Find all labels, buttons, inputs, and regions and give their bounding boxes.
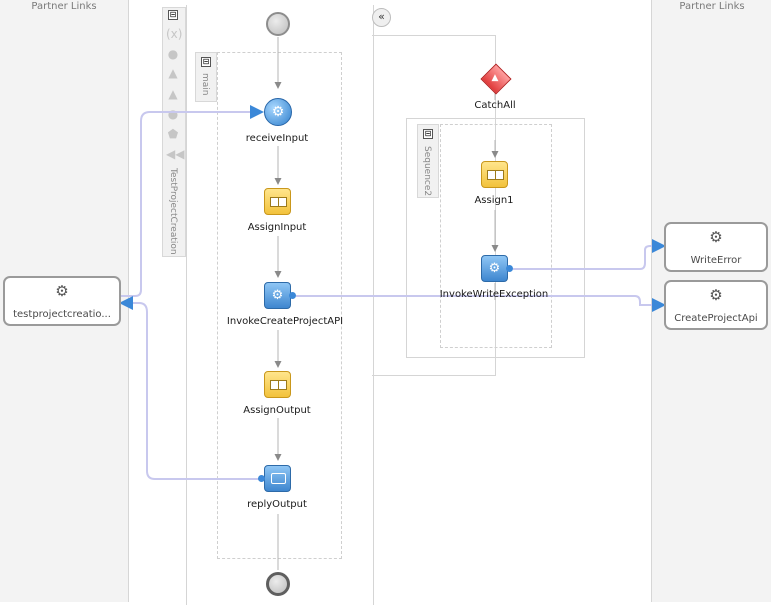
receive-input-label: receiveInput [245, 133, 309, 144]
start-node[interactable] [266, 12, 290, 36]
catchall-label: CatchAll [474, 100, 516, 111]
assign1-label: Assign1 [474, 195, 514, 206]
document-icon [278, 197, 287, 207]
end-node[interactable] [266, 572, 290, 596]
reply-output-label: replyOutput [247, 499, 307, 510]
assign-input-activity[interactable] [264, 188, 291, 215]
assign-output-activity[interactable] [264, 371, 291, 398]
gear-icon: ⚙ [271, 104, 285, 120]
assign-output-label: AssignOutput [243, 405, 311, 416]
partner-link-label: WriteError [690, 255, 742, 266]
expand-icon[interactable]: « [372, 8, 391, 27]
invoke-write-exception-port[interactable] [506, 265, 513, 272]
invoke-create-port[interactable] [289, 292, 296, 299]
gear-icon: ⚙ [709, 286, 723, 304]
partner-link-testprojectcreation[interactable]: ⚙ testprojectcreatio... [3, 276, 121, 326]
document-icon [495, 170, 504, 180]
reply-output-activity[interactable] [264, 465, 291, 492]
assign1-activity[interactable] [481, 161, 508, 188]
partner-link-writeerror[interactable]: ⚙ WriteError [664, 222, 768, 272]
reply-icon [271, 473, 286, 484]
invoke-write-exception-label: InvokeWriteException [439, 289, 549, 300]
gear-icon: ⚙ [488, 261, 501, 276]
invoke-write-exception-activity[interactable]: ⚙ [481, 255, 508, 282]
reply-output-port[interactable] [258, 475, 265, 482]
gear-icon: ⚙ [55, 282, 69, 300]
warning-icon: ▲ [491, 73, 499, 83]
invoke-create-label: InvokeCreateProjectAPI [226, 316, 344, 327]
invoke-create-project-activity[interactable]: ⚙ [264, 282, 291, 309]
assign-input-label: AssignInput [247, 222, 307, 233]
document-icon [278, 380, 287, 390]
gear-icon: ⚙ [271, 288, 284, 303]
partner-link-label: testprojectcreatio... [13, 309, 111, 320]
receive-input-activity[interactable]: ⚙ [264, 98, 292, 126]
partner-link-label: CreateProjectApi [674, 313, 758, 324]
gear-icon: ⚙ [709, 228, 723, 246]
partner-link-createprojectapi[interactable]: ⚙ CreateProjectApi [664, 280, 768, 330]
